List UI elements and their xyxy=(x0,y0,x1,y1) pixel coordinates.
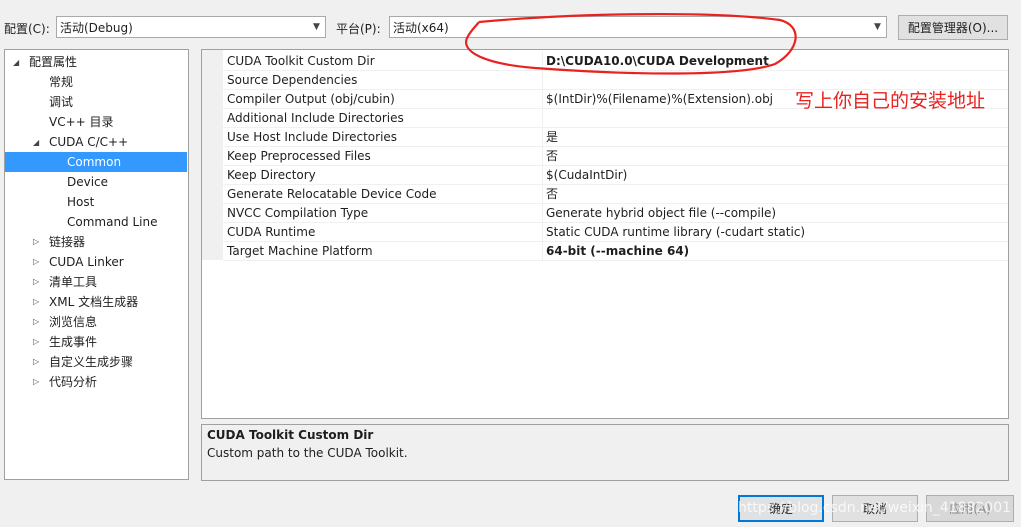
grid-row[interactable]: Generate Relocatable Device Code 否 xyxy=(223,185,1008,204)
property-name: Keep Directory xyxy=(227,168,316,182)
annotation-ellipse xyxy=(465,12,797,75)
config-dropdown[interactable]: 活动(Debug) ▼ xyxy=(56,16,326,38)
property-value[interactable]: 64-bit (--machine 64) xyxy=(546,242,689,260)
tree-item-general[interactable]: 常规 xyxy=(49,72,73,92)
property-name: CUDA Toolkit Custom Dir xyxy=(227,54,375,68)
tree-item-label: XML 文档生成器 xyxy=(49,295,139,309)
config-manager-button[interactable]: 配置管理器(O)... xyxy=(898,15,1008,40)
tree-item-command-line[interactable]: Command Line xyxy=(67,212,158,232)
tree-item-xml-doc-generator[interactable]: XML 文档生成器 xyxy=(49,292,138,312)
property-value[interactable]: 否 xyxy=(546,147,558,165)
description-title: CUDA Toolkit Custom Dir xyxy=(207,428,374,442)
tree-item-label: CUDA Linker xyxy=(49,255,124,269)
collapsed-arrow-icon[interactable]: ▷ xyxy=(33,237,39,246)
grid-row[interactable]: Use Host Include Directories 是 xyxy=(223,128,1008,147)
collapsed-arrow-icon[interactable]: ▷ xyxy=(33,317,39,326)
column-divider xyxy=(542,90,543,109)
tree-item-label: 链接器 xyxy=(49,235,86,249)
property-name: CUDA Runtime xyxy=(227,225,316,239)
property-value[interactable]: $(CudaIntDir) xyxy=(546,166,627,184)
tree-item-label: Common xyxy=(67,155,122,169)
chevron-down-icon[interactable]: ▼ xyxy=(308,17,325,37)
grid-gutter xyxy=(202,50,223,260)
column-divider xyxy=(542,242,543,261)
tree-root-label: 配置属性 xyxy=(29,55,78,69)
tree-item-custom-build-step[interactable]: 自定义生成步骤 xyxy=(49,352,133,372)
property-value[interactable]: 否 xyxy=(546,185,558,203)
description-panel: CUDA Toolkit Custom Dir Custom path to t… xyxy=(201,424,1009,481)
tree-item-device[interactable]: Device xyxy=(67,172,108,192)
collapsed-arrow-icon[interactable]: ▷ xyxy=(33,297,39,306)
tree-item-build-events[interactable]: 生成事件 xyxy=(49,332,97,352)
description-text: Custom path to the CUDA Toolkit. xyxy=(207,446,408,460)
tree-item-label: 生成事件 xyxy=(49,335,98,349)
property-name: NVCC Compilation Type xyxy=(227,206,369,220)
property-value[interactable]: Static CUDA runtime library (-cudart sta… xyxy=(546,223,805,241)
property-tree[interactable]: ◢ 配置属性 常规 调试 VC++ 目录 ◢ CUDA C/C++ Common… xyxy=(4,49,189,480)
collapsed-arrow-icon[interactable]: ▷ xyxy=(33,337,39,346)
tree-item-label: 代码分析 xyxy=(49,375,98,389)
column-divider xyxy=(542,147,543,166)
tree-item-common[interactable]: Common xyxy=(5,152,187,172)
platform-label: 平台(P): xyxy=(336,22,381,36)
column-divider xyxy=(542,223,543,242)
property-name: Source Dependencies xyxy=(227,73,358,87)
config-dropdown-value: 活动(Debug) xyxy=(60,20,133,35)
config-manager-button-label: 配置管理器(O)... xyxy=(907,21,999,35)
tree-item-label: 调试 xyxy=(49,95,74,109)
tree-item-browse-info[interactable]: 浏览信息 xyxy=(49,312,97,332)
tree-item-label: 清单工具 xyxy=(49,275,98,289)
grid-row[interactable]: Keep Directory $(CudaIntDir) xyxy=(223,166,1008,185)
tree-item-label: VC++ 目录 xyxy=(49,115,114,129)
column-divider xyxy=(542,204,543,223)
tree-item-code-analysis[interactable]: 代码分析 xyxy=(49,372,97,392)
tree-item-label: 自定义生成步骤 xyxy=(49,355,134,369)
column-divider xyxy=(542,166,543,185)
tree-item-manifest-tool[interactable]: 清单工具 xyxy=(49,272,97,292)
column-divider xyxy=(542,128,543,147)
tree-item-linker[interactable]: 链接器 xyxy=(49,232,85,252)
tree-item-debugging[interactable]: 调试 xyxy=(49,92,73,112)
tree-item-cuda-linker[interactable]: CUDA Linker xyxy=(49,252,124,272)
property-value[interactable]: $(IntDir)%(Filename)%(Extension).obj xyxy=(546,90,773,108)
config-label: 配置(C): xyxy=(4,22,50,36)
tree-item-cuda-cpp[interactable]: CUDA C/C++ xyxy=(49,132,128,152)
grid-row[interactable]: Keep Preprocessed Files 否 xyxy=(223,147,1008,166)
column-divider xyxy=(542,109,543,128)
tree-item-vc-directories[interactable]: VC++ 目录 xyxy=(49,112,114,132)
tree-item-label: 常规 xyxy=(49,75,74,89)
collapsed-arrow-icon[interactable]: ▷ xyxy=(33,277,39,286)
tree-root[interactable]: 配置属性 xyxy=(29,52,77,72)
tree-item-host[interactable]: Host xyxy=(67,192,94,212)
grid-row[interactable]: Target Machine Platform 64-bit (--machin… xyxy=(223,242,1008,261)
property-name: Keep Preprocessed Files xyxy=(227,149,371,163)
chevron-down-icon[interactable]: ▼ xyxy=(869,17,886,37)
column-divider xyxy=(542,185,543,204)
property-name: Compiler Output (obj/cubin) xyxy=(227,92,395,106)
property-name: Target Machine Platform xyxy=(227,244,373,258)
property-name: Additional Include Directories xyxy=(227,111,404,125)
property-name: Use Host Include Directories xyxy=(227,130,398,144)
grid-row[interactable]: CUDA Runtime Static CUDA runtime library… xyxy=(223,223,1008,242)
expanded-arrow-icon[interactable]: ◢ xyxy=(33,138,39,147)
collapsed-arrow-icon[interactable]: ▷ xyxy=(33,257,39,266)
property-name: Generate Relocatable Device Code xyxy=(227,187,437,201)
annotation-text: 写上你自己的安装地址 xyxy=(795,90,986,112)
property-value[interactable]: 是 xyxy=(546,128,558,146)
tree-item-label: Command Line xyxy=(67,215,158,229)
tree-item-label: CUDA C/C++ xyxy=(49,135,129,149)
expanded-arrow-icon[interactable]: ◢ xyxy=(13,58,19,67)
tree-item-label: Host xyxy=(67,195,95,209)
collapsed-arrow-icon[interactable]: ▷ xyxy=(33,357,39,366)
property-value[interactable]: Generate hybrid object file (--compile) xyxy=(546,204,776,222)
tree-item-label: 浏览信息 xyxy=(49,315,98,329)
collapsed-arrow-icon[interactable]: ▷ xyxy=(33,377,39,386)
grid-row[interactable]: NVCC Compilation Type Generate hybrid ob… xyxy=(223,204,1008,223)
watermark: https://blog.csdn.net/weixin_41882001 xyxy=(738,500,1012,516)
tree-item-label: Device xyxy=(67,175,109,189)
